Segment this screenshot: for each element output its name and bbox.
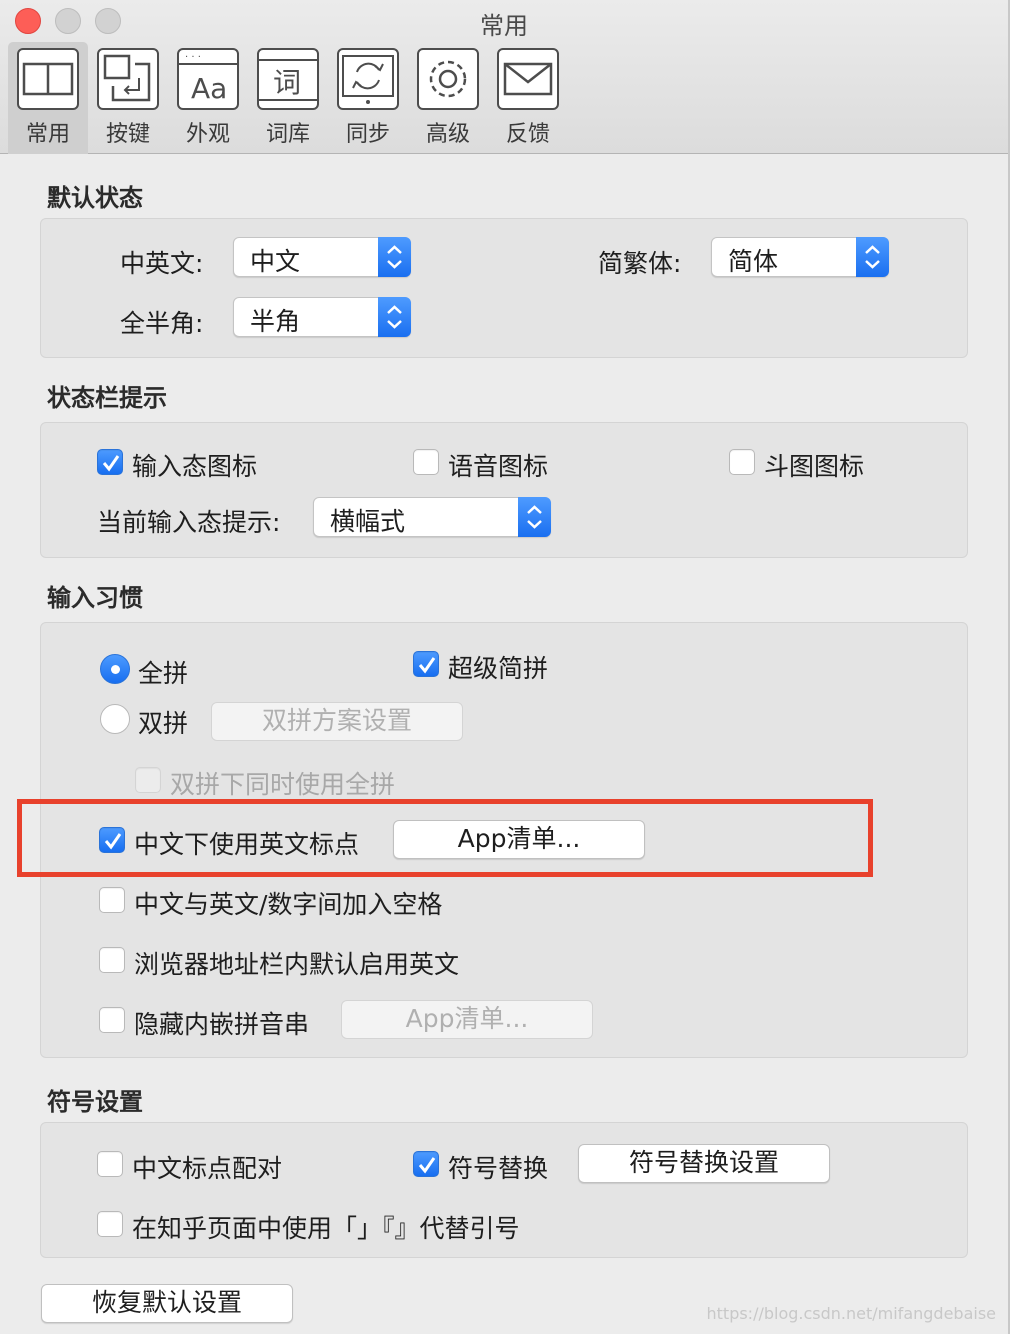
double-pinyin-label: 双拼 xyxy=(138,709,189,738)
browser-english-label: 浏览器地址栏内默认启用英文 xyxy=(134,950,460,979)
watermark: https://blog.csdn.net/mifangdebaise xyxy=(706,1304,997,1323)
simp-trad-value: 简体 xyxy=(728,247,779,276)
tab-feedback-label: 反馈 xyxy=(505,122,550,147)
tab-feedback[interactable]: 反馈 xyxy=(488,42,568,154)
english-punct-checkbox[interactable] xyxy=(99,827,125,853)
voice-icon-checkbox[interactable] xyxy=(413,449,439,475)
symbol-replace-checkbox[interactable] xyxy=(413,1151,439,1177)
double-with-full-label: 双拼下同时使用全拼 xyxy=(170,770,396,799)
current-hint-value: 横幅式 xyxy=(330,507,406,536)
tab-sync[interactable]: 同步 xyxy=(328,42,408,154)
tab-advanced-label: 高级 xyxy=(425,122,470,147)
double-pinyin-radio[interactable] xyxy=(100,704,130,734)
symbol-replace-label: 符号替换 xyxy=(448,1154,549,1183)
tab-appearance[interactable]: · · · Aa 外观 xyxy=(168,42,248,154)
current-hint-label: 当前输入态提示: xyxy=(97,508,281,537)
super-jianpin-checkbox[interactable] xyxy=(413,651,439,677)
restore-defaults-button[interactable]: 恢复默认设置 xyxy=(41,1284,293,1323)
hide-inline-checkbox[interactable] xyxy=(99,1007,125,1033)
zh-en-label: 中英文: xyxy=(120,249,204,278)
zh-en-popup[interactable]: 中文 xyxy=(233,237,411,277)
zh-en-value: 中文 xyxy=(250,247,301,276)
svg-text:Aa: Aa xyxy=(191,72,227,105)
tab-dictionary[interactable]: 词 词库 xyxy=(248,42,328,154)
doutu-icon-checkbox[interactable] xyxy=(729,449,755,475)
width-label: 全半角: xyxy=(120,309,204,338)
tab-sync-label: 同步 xyxy=(345,122,390,147)
symbol-replace-settings-button[interactable]: 符号替换设置 xyxy=(578,1144,830,1183)
super-jianpin-label: 超级简拼 xyxy=(448,654,549,683)
simp-trad-popup[interactable]: 简体 xyxy=(711,237,889,277)
sync-icon xyxy=(337,48,399,110)
voice-icon-label: 语音图标 xyxy=(448,452,549,481)
keys-icon xyxy=(97,48,159,110)
app-list-button-1[interactable]: App清单... xyxy=(393,820,645,859)
default-state-title: 默认状态 xyxy=(47,184,143,212)
toolbar: 常用 常用 按键 · · · Aa 外观 词 词库 同步 高级 反馈 xyxy=(0,0,1008,154)
space-between-checkbox[interactable] xyxy=(99,887,125,913)
dictionary-icon: 词 xyxy=(257,48,319,110)
svg-text:词: 词 xyxy=(273,66,301,99)
tab-general-label: 常用 xyxy=(25,122,70,147)
status-bar-title: 状态栏提示 xyxy=(47,384,167,412)
space-between-label: 中文与英文/数字间加入空格 xyxy=(134,890,443,919)
window-title: 常用 xyxy=(480,12,528,40)
zhihu-quotes-checkbox[interactable] xyxy=(97,1211,123,1237)
input-state-icon-label: 输入态图标 xyxy=(132,452,258,481)
tab-advanced[interactable]: 高级 xyxy=(408,42,488,154)
punct-pair-checkbox[interactable] xyxy=(97,1151,123,1177)
full-pinyin-label: 全拼 xyxy=(138,659,189,688)
tab-appearance-label: 外观 xyxy=(185,122,230,147)
punct-pair-label: 中文标点配对 xyxy=(132,1154,283,1183)
svg-text:· · ·: · · · xyxy=(185,52,201,63)
preferences-window: 常用 常用 按键 · · · Aa 外观 词 词库 同步 高级 反馈 默认状态 … xyxy=(0,0,1010,1334)
full-pinyin-radio[interactable] xyxy=(100,654,130,684)
double-with-full-checkbox[interactable] xyxy=(135,767,161,793)
gear-icon xyxy=(417,48,479,110)
tab-keys-label: 按键 xyxy=(105,122,150,147)
input-state-icon-checkbox[interactable] xyxy=(97,449,123,475)
general-icon xyxy=(17,48,79,110)
current-hint-popup[interactable]: 横幅式 xyxy=(313,497,551,537)
symbols-title: 符号设置 xyxy=(47,1088,143,1116)
tab-general[interactable]: 常用 xyxy=(8,42,88,154)
input-habit-title: 输入习惯 xyxy=(47,584,143,612)
simp-trad-label: 简繁体: xyxy=(598,249,682,278)
chevron-updown-icon xyxy=(378,237,411,277)
chevron-updown-icon xyxy=(856,237,889,277)
width-value: 半角 xyxy=(250,307,301,336)
width-popup[interactable]: 半角 xyxy=(233,297,411,337)
tab-dictionary-label: 词库 xyxy=(265,122,310,147)
chevron-updown-icon xyxy=(378,297,411,337)
chevron-updown-icon xyxy=(518,497,551,537)
doutu-icon-label: 斗图图标 xyxy=(764,452,865,481)
appearance-icon: · · · Aa xyxy=(177,48,239,110)
english-punct-label: 中文下使用英文标点 xyxy=(134,830,360,859)
browser-english-checkbox[interactable] xyxy=(99,947,125,973)
envelope-icon xyxy=(497,48,559,110)
double-pinyin-settings-button[interactable]: 双拼方案设置 xyxy=(211,702,463,741)
hide-inline-label: 隐藏内嵌拼音串 xyxy=(134,1010,310,1039)
tab-keys[interactable]: 按键 xyxy=(88,42,168,154)
zhihu-quotes-label: 在知乎页面中使用「」『』代替引号 xyxy=(132,1214,520,1243)
app-list-button-2[interactable]: App清单... xyxy=(341,1000,593,1039)
